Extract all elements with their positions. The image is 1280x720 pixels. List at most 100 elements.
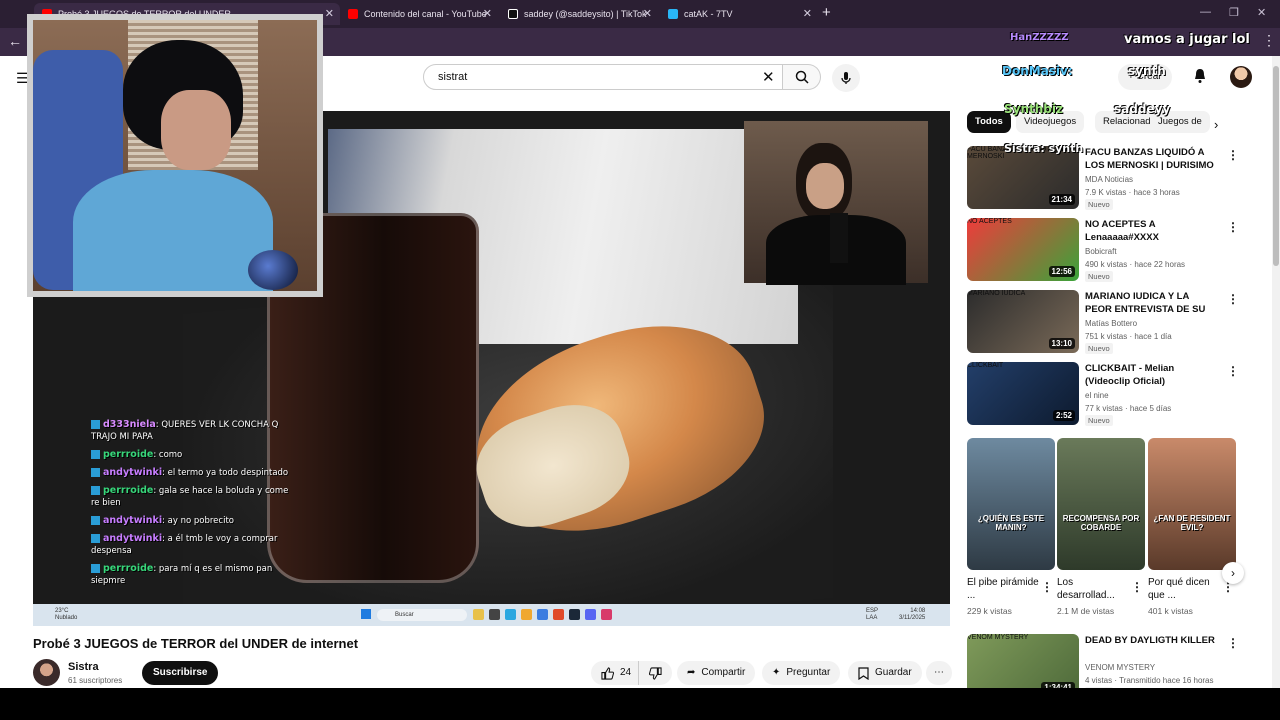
recommended-video[interactable]: VENOM MYSTERY 1:34:41 DEAD BY DAYLIGTH KIL… [967,634,1247,688]
thumbnail-caption: MARIANO IUDICA [967,290,1026,297]
overlay-user: Synthbiz [1004,102,1063,116]
browser-tab[interactable]: saddey (@saddeysito) | TikTok ✕ [500,3,658,25]
chat-username: d333niela [103,419,156,430]
more-icon[interactable]: ⋮ [1227,292,1239,306]
overlay-message: saddeyy [1114,102,1171,116]
overlay-message: synth [1128,64,1166,78]
thumbnail-caption: ¿FAN DE RESIDENT EVIL? [1153,514,1231,532]
recommended-video[interactable]: FACU BANZAS LIQUIDÓ A LOS MERNOSKI 21:34 F… [967,146,1247,210]
short-thumbnail[interactable]: ¿FAN DE RESIDENT EVIL? [1148,438,1236,570]
video-title[interactable]: FACU BANZAS LIQUIDÓ A LOS MERNOSKI | DUR… [1085,146,1215,172]
short-thumbnail[interactable]: ¿QUIÉN ES ESTE MANIN? [967,438,1055,570]
video-thumbnail[interactable]: FACU BANZAS LIQUIDÓ A LOS MERNOSKI 21:34 [967,146,1079,209]
short-video[interactable]: ¿FAN DE RESIDENT EVIL? Por qué dicen que … [1148,438,1236,616]
maximize-icon[interactable]: ❐ [1229,6,1239,19]
channel-name[interactable]: el nine [1085,391,1109,400]
browser-tab[interactable]: Contenido del canal - YouTube ✕ [340,3,498,25]
close-tab-icon[interactable]: ✕ [643,7,652,20]
clear-search-icon[interactable]: ✕ [762,68,775,86]
save-button[interactable]: Guardar [848,661,922,685]
thumbnail-caption: CLICKBAIT [967,362,1004,369]
channel-name[interactable]: VENOM MYSTERY [1085,663,1155,672]
more-icon[interactable]: ⋮ [1227,364,1239,378]
user-avatar[interactable] [1230,66,1252,88]
dislike-button[interactable] [638,661,672,685]
recommended-video[interactable]: CLICKBAIT 2:52 CLICKBAIT - Melian (Videocl… [967,362,1247,426]
close-tab-icon[interactable]: ✕ [325,7,334,20]
more-icon[interactable]: ⋮ [1227,636,1239,650]
short-title[interactable]: El pibe pirámide ... [967,576,1039,602]
browser-tab[interactable]: catAK - 7TV ✕ [660,3,818,25]
page-scrollbar[interactable] [1272,56,1280,688]
search-input[interactable]: sistrat [423,64,783,90]
chat-username: perrroide [103,563,154,574]
close-tab-icon[interactable]: ✕ [803,7,812,20]
video-meta: 77 k vistas · hace 5 días [1085,404,1172,413]
close-window-icon[interactable]: ✕ [1257,6,1266,19]
back-icon[interactable]: ← [8,33,22,49]
more-icon[interactable]: ⋮ [1041,580,1053,594]
channel-name[interactable]: Sistra [68,661,99,673]
short-video[interactable]: RECOMPENSA POR COBARDE Los desarrollad...… [1057,438,1145,616]
7tv-icon [668,9,678,19]
video-meta: 7.9 K vistas · hace 3 horas [1085,188,1180,197]
streamer-webcam [27,14,323,297]
browser-menu-icon[interactable]: ⋮ [1262,32,1276,49]
video-title[interactable]: MARIANO IUDICA Y LA PEOR ENTREVISTA DE S… [1085,290,1215,316]
channel-name[interactable]: MDA Noticias [1085,175,1133,184]
subscribe-button[interactable]: Suscribirse [142,661,219,685]
video-title[interactable]: CLICKBAIT - Melian (Videoclip Oficial) [1085,362,1215,388]
voice-search-button[interactable] [832,64,860,92]
close-tab-icon[interactable]: ✕ [483,7,492,20]
channel-name[interactable]: Bobicraft [1085,247,1117,256]
short-title[interactable]: Por qué dicen que ... [1148,576,1220,602]
notifications-icon[interactable] [1193,68,1207,84]
more-actions-button[interactable]: ⋯ [926,661,952,685]
share-button[interactable]: ➦ Compartir [677,661,756,685]
video-meta: 490 k vistas · hace 22 horas [1085,260,1186,269]
video-thumbnail[interactable]: VENOM MYSTERY 1:34:41 [967,634,1079,688]
ask-button[interactable]: ✦ Preguntar [762,661,841,685]
new-badge: Nuevo [1085,271,1113,282]
like-button[interactable]: 24 [591,661,642,685]
minimize-icon[interactable]: — [1200,6,1211,18]
new-badge: Nuevo [1085,199,1113,210]
more-icon[interactable]: ⋮ [1227,148,1239,162]
video-title[interactable]: NO ACEPTES A Lenaaaaa#XXXX [1085,218,1215,244]
shorts-next-button[interactable]: › [1222,562,1244,584]
video-meta: 4 vistas · Transmitido hace 16 horas [1085,676,1214,685]
recommended-video[interactable]: MARIANO IUDICA 13:10 MARIANO IUDICA Y LA P… [967,290,1247,354]
short-title[interactable]: Los desarrollad... [1057,576,1129,602]
youtube-icon [348,9,358,19]
thumbnail-caption: ¿QUIÉN ES ESTE MANIN? [977,514,1045,532]
app-icon [505,609,516,620]
folder-icon [521,609,532,620]
chat-badge-icon [91,516,100,525]
more-icon[interactable]: ⋮ [1227,220,1239,234]
channel-name[interactable]: Matías Bottero [1085,319,1137,328]
channel-avatar[interactable] [33,659,60,686]
chat-message: andytwinki: ay no pobrecito [91,515,291,527]
new-tab-button[interactable]: + [822,4,831,21]
steam-icon [569,609,580,620]
short-views: 229 k vistas [967,606,1012,616]
short-thumbnail[interactable]: RECOMPENSA POR COBARDE [1057,438,1145,570]
video-thumbnail[interactable]: CLICKBAIT 2:52 [967,362,1079,425]
search-button[interactable] [783,64,821,90]
app-icon [585,609,596,620]
stream-chat: d333niela: QUERES VER LK CONCHA Q TRAJO … [91,419,291,593]
short-video[interactable]: ¿QUIÉN ES ESTE MANIN? El pibe pirámide ..… [967,438,1055,616]
video-title[interactable]: DEAD BY DAYLIGTH KILLER [1085,634,1215,647]
app-icon [601,609,612,620]
chat-message: andytwinki: a él tmb le voy a comprar de… [91,533,291,557]
subscriber-count: 61 suscriptores [68,676,123,685]
language-indicator: ESP LAA [866,608,879,621]
new-badge: Nuevo [1085,343,1113,354]
recommended-video[interactable]: NO ACEPTES 12:56 NO ACEPTES A Lenaaaaa#XXX… [967,218,1247,282]
more-icon[interactable]: ⋮ [1131,580,1143,594]
short-views: 401 k vistas [1148,606,1193,616]
chevron-right-icon[interactable]: › [1214,117,1218,132]
chat-message: perrroide: gala se hace la boluda y come… [91,485,291,509]
video-thumbnail[interactable]: MARIANO IUDICA 13:10 [967,290,1079,353]
video-thumbnail[interactable]: NO ACEPTES 12:56 [967,218,1079,281]
